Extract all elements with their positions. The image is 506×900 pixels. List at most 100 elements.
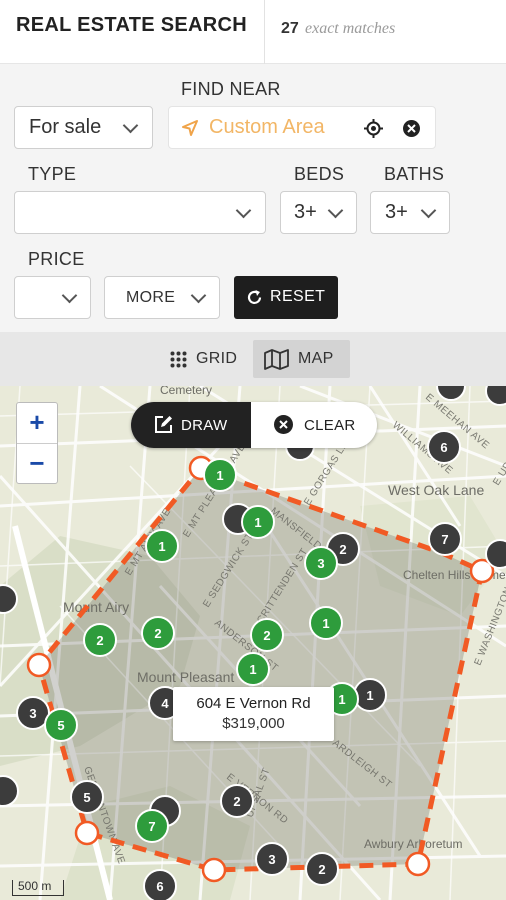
place-label: West Oak Lane — [388, 482, 484, 498]
type-select[interactable] — [14, 191, 266, 234]
chevron-down-icon — [122, 117, 139, 134]
chevron-down-icon — [61, 287, 78, 304]
baths-value: 3+ — [385, 201, 408, 223]
result-count-label: exact matches — [305, 20, 396, 37]
map-cluster-marker: 7 — [428, 522, 462, 556]
map-cluster-marker: 2 — [250, 618, 284, 652]
filter-panel: For sale FIND NEAR Custom Area TYPE BEDS… — [0, 64, 506, 332]
place-label: Cemetery — [160, 386, 212, 397]
svg-text:6: 6 — [440, 440, 447, 455]
beds-label: BEDS — [294, 164, 345, 184]
page-title: REAL ESTATE SEARCH — [16, 14, 247, 36]
street-label: E UPSAL ST — [491, 429, 506, 488]
find-near-label: FIND NEAR — [181, 79, 281, 99]
map-cluster-marker: 2 — [305, 852, 339, 886]
map-view-button[interactable]: MAP — [253, 340, 350, 378]
grid-icon — [170, 351, 187, 368]
clear-button[interactable]: CLEAR — [251, 402, 377, 448]
type-label: TYPE — [28, 164, 77, 184]
map-cluster-marker — [0, 775, 19, 807]
map-cluster-marker: 2 — [220, 784, 254, 818]
view-toggle-bar: GRID MAP — [0, 332, 506, 386]
svg-text:7: 7 — [441, 532, 448, 547]
zoom-in-button[interactable]: + — [17, 403, 57, 443]
grid-label: GRID — [196, 350, 238, 367]
locate-me-icon[interactable] — [364, 119, 383, 138]
svg-text:1: 1 — [249, 662, 256, 677]
chevron-down-icon — [190, 287, 207, 304]
draw-label: DRAW — [181, 417, 228, 434]
map-cluster-marker: 1 — [353, 678, 387, 712]
map-scale: 500 m — [12, 880, 64, 896]
close-circle-icon — [274, 415, 293, 434]
more-filters-label: MORE — [126, 289, 176, 306]
map-canvas: West Oak Lane Chelten Hills Cemetery Mou… — [0, 386, 506, 900]
beds-select[interactable]: 3+ — [280, 191, 357, 234]
refresh-icon — [247, 290, 262, 304]
svg-text:2: 2 — [96, 633, 103, 648]
baths-label: BATHS — [384, 164, 445, 184]
map-cluster-marker: 1 — [309, 606, 343, 640]
polygon-vertex-handle — [26, 652, 52, 678]
baths-select[interactable]: 3+ — [370, 191, 450, 234]
map-view[interactable]: West Oak Lane Chelten Hills Cemetery Mou… — [0, 386, 506, 900]
map-cluster-marker: 7 — [135, 809, 169, 843]
draw-button[interactable]: DRAW — [131, 402, 251, 448]
find-near-field[interactable]: Custom Area — [168, 106, 436, 149]
map-cluster-marker: 1 — [241, 505, 275, 539]
map-cluster-marker — [485, 539, 506, 569]
svg-text:2: 2 — [339, 542, 346, 557]
polygon-vertex-handle — [74, 820, 100, 846]
map-cluster-marker: 2 — [83, 623, 117, 657]
map-cluster-marker: 5 — [44, 708, 78, 742]
beds-value: 3+ — [294, 201, 317, 223]
location-arrow-icon — [182, 120, 198, 136]
svg-text:5: 5 — [83, 790, 90, 805]
zoom-control: + − — [16, 402, 58, 484]
listing-popup[interactable]: 604 E Vernon Rd $319,000 — [173, 687, 334, 741]
map-icon — [264, 349, 289, 370]
svg-text:1: 1 — [158, 539, 165, 554]
svg-text:1: 1 — [338, 692, 345, 707]
clear-location-icon[interactable] — [402, 119, 421, 138]
svg-text:3: 3 — [268, 852, 275, 867]
edit-icon — [155, 416, 172, 433]
listing-address: 604 E Vernon Rd — [196, 695, 311, 712]
svg-text:5: 5 — [57, 718, 64, 733]
more-filters-button[interactable]: MORE — [104, 276, 220, 319]
svg-text:2: 2 — [233, 794, 240, 809]
map-cluster-marker: 3 — [304, 546, 338, 580]
svg-text:3: 3 — [317, 556, 324, 571]
svg-text:6: 6 — [156, 879, 163, 894]
result-count: 27 — [281, 20, 299, 37]
chevron-down-icon — [327, 202, 344, 219]
draw-control: DRAW CLEAR — [131, 402, 377, 448]
map-cluster-marker: 2 — [141, 616, 175, 650]
map-cluster-marker — [436, 386, 466, 401]
zoom-out-button[interactable]: − — [17, 444, 57, 484]
map-cluster-marker: 1 — [145, 529, 179, 563]
chevron-down-icon — [235, 202, 252, 219]
svg-text:7: 7 — [148, 819, 155, 834]
map-cluster-marker: 6 — [427, 430, 461, 464]
map-cluster-marker: 1 — [236, 652, 270, 686]
grid-view-button[interactable]: GRID — [165, 340, 245, 378]
listing-type-select[interactable]: For sale — [14, 106, 153, 149]
svg-text:2: 2 — [318, 862, 325, 877]
clear-label: CLEAR — [304, 417, 356, 434]
reset-label: RESET — [270, 288, 326, 305]
svg-text:2: 2 — [154, 626, 161, 641]
price-select[interactable] — [14, 276, 91, 319]
svg-text:4: 4 — [161, 696, 169, 711]
map-cluster-marker: 1 — [203, 458, 237, 492]
svg-text:1: 1 — [216, 468, 223, 483]
svg-text:3: 3 — [29, 706, 36, 721]
map-cluster-marker: 6 — [143, 869, 177, 900]
reset-button[interactable]: RESET — [234, 276, 338, 319]
svg-text:1: 1 — [254, 515, 261, 530]
listing-price: $319,000 — [222, 715, 285, 732]
svg-text:1: 1 — [366, 688, 373, 703]
map-cluster-marker: 5 — [70, 780, 104, 814]
polygon-vertex-handle — [201, 857, 227, 883]
price-label: PRICE — [28, 249, 85, 269]
